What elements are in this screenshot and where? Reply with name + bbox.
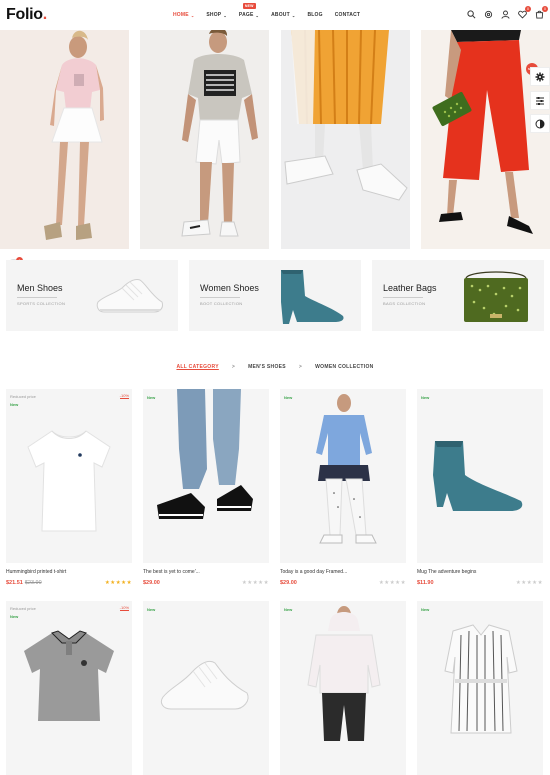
current-price: $21.51 <box>6 580 23 586</box>
header-icons: 0 0 <box>466 6 548 19</box>
site-header: Folio. HOME ⌄ SHOP ⌄ NEW PAGE ⌄ ABOUT ⌄ BLOG … <box>0 0 550 30</box>
nav-blog-label: BLOG <box>307 12 323 18</box>
new-flag: New <box>421 607 430 612</box>
filter-all-category[interactable]: ALL CATEGORY <box>170 364 224 370</box>
product-name[interactable]: Hummingbird printed t-shirt <box>6 569 66 575</box>
rating-stars: ★★★★★ <box>378 580 406 586</box>
reduced-price-flag: Reduced price <box>10 394 36 399</box>
contrast-icon <box>535 119 545 128</box>
category-men-shoes[interactable]: Men Shoes SPORTS COLLECTION <box>6 260 178 331</box>
hero-image-woman-dress[interactable] <box>0 30 129 249</box>
user-icon[interactable] <box>500 9 510 19</box>
hero-image-man-tshirt[interactable] <box>140 30 269 249</box>
category-leather-bags[interactable]: Leather Bags BAGS COLLECTION <box>372 260 544 331</box>
hero-banner <box>0 30 550 249</box>
product-price: $29.00 <box>143 580 160 586</box>
boot-image <box>281 270 344 324</box>
product-price: $29.00 <box>280 580 297 586</box>
wishlist-icon[interactable]: 0 <box>517 6 531 19</box>
nav-blog[interactable]: BLOG <box>301 0 328 30</box>
settings-icon[interactable] <box>483 9 493 19</box>
search-icon[interactable] <box>466 9 476 19</box>
chevron-down-icon: ⌄ <box>255 12 260 18</box>
category-filter: ALL CATEGORY > MEN'S SHOES > WOMEN COLLE… <box>0 364 550 370</box>
filter-mens-shoes[interactable]: MEN'S SHOES <box>242 364 292 370</box>
divider <box>383 297 423 298</box>
chevron-down-icon: ⌄ <box>190 12 195 18</box>
product-name[interactable]: The best is yet to come'... <box>143 569 200 575</box>
product-image[interactable]: New <box>280 389 406 563</box>
hero-image-pleated-skirt[interactable] <box>281 30 410 249</box>
chevron-down-icon: ⌄ <box>223 12 227 18</box>
new-flag: New <box>147 607 156 612</box>
category-title: Men Shoes <box>17 283 63 293</box>
new-flag: New <box>421 395 430 400</box>
wishlist-count: 0 <box>525 6 531 12</box>
nav-shop[interactable]: SHOP ⌄ <box>200 0 233 30</box>
product-image[interactable]: New <box>143 389 269 563</box>
category-title: Leather Bags <box>383 283 437 293</box>
gear-icon <box>535 72 545 81</box>
contrast-toggle-button[interactable] <box>530 114 550 133</box>
current-price: $29.00 <box>280 580 297 586</box>
nav-page-label: PAGE <box>238 12 254 18</box>
category-title: Women Shoes <box>200 283 259 293</box>
new-flag: New <box>10 402 19 407</box>
nav-about[interactable]: ABOUT ⌄ <box>265 0 301 30</box>
nav-shop-label: SHOP <box>206 12 222 18</box>
clutch-bag-image <box>464 271 528 322</box>
new-flag: New <box>10 614 19 619</box>
filter-women-collection[interactable]: WOMEN COLLECTION <box>309 364 379 370</box>
product-image[interactable]: New <box>417 389 543 563</box>
old-price: $23.90 <box>24 580 42 586</box>
category-subtitle: BAGS COLLECTION <box>383 301 426 306</box>
product-price: $11.90 <box>417 580 434 586</box>
cart-icon[interactable]: 0 <box>534 6 548 19</box>
logo-dot: . <box>42 6 47 23</box>
settings-panel-button[interactable] <box>530 67 550 86</box>
rating-stars: ★★★★★ <box>515 580 543 586</box>
new-flag: New <box>147 395 156 400</box>
category-subtitle: SPORTS COLLECTION <box>17 301 66 306</box>
nav-home-label: HOME <box>173 12 189 18</box>
nav-contact[interactable]: CONTACT <box>329 0 366 30</box>
product-name[interactable]: Today is a good day Framed... <box>280 569 347 575</box>
product-image[interactable]: Reduced price New -10% <box>6 601 132 775</box>
new-flag: New <box>284 395 293 400</box>
discount-badge: -10% <box>119 393 129 399</box>
logo-text: Folio <box>6 6 43 23</box>
separator: > <box>231 364 236 370</box>
product-image[interactable]: New <box>280 601 406 775</box>
reduced-price-flag: Reduced price <box>10 606 36 611</box>
separator: > <box>298 364 303 370</box>
divider <box>17 297 57 298</box>
sliders-icon <box>536 96 544 105</box>
main-nav: HOME ⌄ SHOP ⌄ NEW PAGE ⌄ ABOUT ⌄ BLOG CONTACT <box>167 0 366 30</box>
current-price: $11.90 <box>417 580 434 586</box>
sneaker-image <box>96 279 163 313</box>
nav-contact-label: CONTACT <box>334 12 361 18</box>
logo[interactable]: Folio. <box>6 6 47 24</box>
product-image[interactable]: Reduced price New -10% <box>6 389 132 563</box>
new-badge: NEW <box>242 3 256 9</box>
rating-stars: ★★★★★ <box>104 580 132 586</box>
product-price: $21.51 $23.90 <box>6 580 42 586</box>
nav-about-label: ABOUT <box>271 12 290 18</box>
nav-home[interactable]: HOME ⌄ <box>167 0 200 30</box>
category-women-shoes[interactable]: Women Shoes BOOT COLLECTION <box>189 260 361 331</box>
current-price: $29.00 <box>143 580 160 586</box>
cart-count: 0 <box>542 6 548 12</box>
new-flag: New <box>284 607 293 612</box>
chevron-down-icon: ⌄ <box>291 12 296 18</box>
product-image[interactable]: New <box>417 601 543 775</box>
discount-badge: -10% <box>119 605 129 611</box>
filters-panel-button[interactable] <box>530 91 550 110</box>
divider <box>200 297 240 298</box>
product-name[interactable]: Mug The adventure begins <box>417 569 476 575</box>
product-image[interactable]: New <box>143 601 269 775</box>
rating-stars: ★★★★★ <box>241 580 269 586</box>
nav-page[interactable]: NEW PAGE ⌄ <box>233 0 265 30</box>
category-subtitle: BOOT COLLECTION <box>200 301 243 306</box>
